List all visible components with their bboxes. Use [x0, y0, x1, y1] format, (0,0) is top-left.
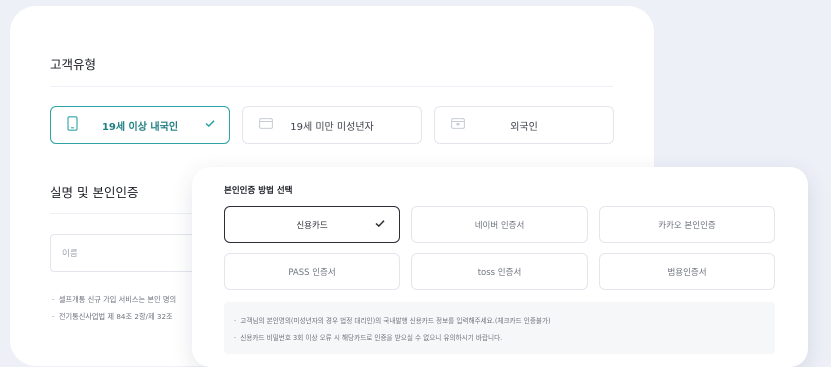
name-placeholder: 이름: [62, 249, 78, 259]
notice-line: · 고객님의 본인명의(미성년자의 경우 법정 대리인)의 국내발행 신용카드 …: [234, 317, 551, 325]
customer-option-label: 외국인: [510, 121, 538, 133]
passport-icon: [451, 118, 465, 132]
method-label: PASS 인증서: [288, 267, 336, 278]
card-icon: [259, 118, 273, 132]
notice-text: 전기통신사업법 제 84조 2항/제 32조: [58, 312, 173, 321]
method-general-cert[interactable]: 범용인증서: [599, 253, 775, 290]
method-label: toss 인증서: [477, 267, 522, 278]
notice-line: · 전기통신사업법 제 84조 2항/제 32조: [52, 312, 173, 321]
phone-icon: [67, 116, 78, 134]
notice-text: 셀프개통 신규 가입 서비스는 본인 명의: [58, 295, 177, 304]
customer-option-adult[interactable]: 19세 이상 내국인: [50, 106, 230, 144]
customer-option-label: 19세 미만 미성년자: [290, 121, 374, 133]
method-label: 네이버 인증서: [474, 220, 525, 231]
notice-box: · 고객님의 본인명의(미성년자의 경우 법정 대리인)의 국내발행 신용카드 …: [224, 302, 775, 354]
customer-option-minor[interactable]: 19세 미만 미성년자: [242, 106, 422, 144]
method-label: 범용인증서: [667, 267, 707, 278]
auth-method-title: 본인인증 방법 선택: [224, 186, 293, 196]
method-kakao[interactable]: 카카오 본인인증: [599, 206, 775, 243]
method-credit-card[interactable]: 신용카드: [224, 206, 400, 243]
method-naver[interactable]: 네이버 인증서: [411, 206, 588, 243]
notice-line: · 신용카드 비밀번호 3회 이상 오류 시 해당카드로 인증을 받으실 수 없…: [234, 334, 503, 342]
customer-option-foreigner[interactable]: 외국인: [434, 106, 614, 144]
method-toss[interactable]: toss 인증서: [411, 253, 588, 290]
customer-type-title: 고객유형: [50, 57, 97, 72]
customer-option-label: 19세 이상 내국인: [101, 121, 179, 133]
method-label: 신용카드: [296, 220, 328, 231]
divider: [50, 86, 613, 87]
verify-title: 실명 및 본인인증: [50, 185, 139, 200]
method-pass[interactable]: PASS 인증서: [224, 253, 400, 290]
notice-line: · 셀프개통 신규 가입 서비스는 본인 명의: [52, 295, 177, 304]
check-icon: [375, 219, 385, 230]
notice-text: 신용카드 비밀번호 3회 이상 오류 시 해당카드로 인증을 받으실 수 없으니…: [240, 334, 503, 342]
method-label: 카카오 본인인증: [658, 220, 716, 231]
notice-text: 고객님의 본인명의(미성년자의 경우 법정 대리인)의 국내발행 신용카드 정보…: [240, 317, 551, 325]
auth-method-card: 본인인증 방법 선택 신용카드 네이버 인증서 카카오 본인인증 PASS 인증…: [192, 167, 808, 367]
check-icon: [205, 120, 215, 131]
